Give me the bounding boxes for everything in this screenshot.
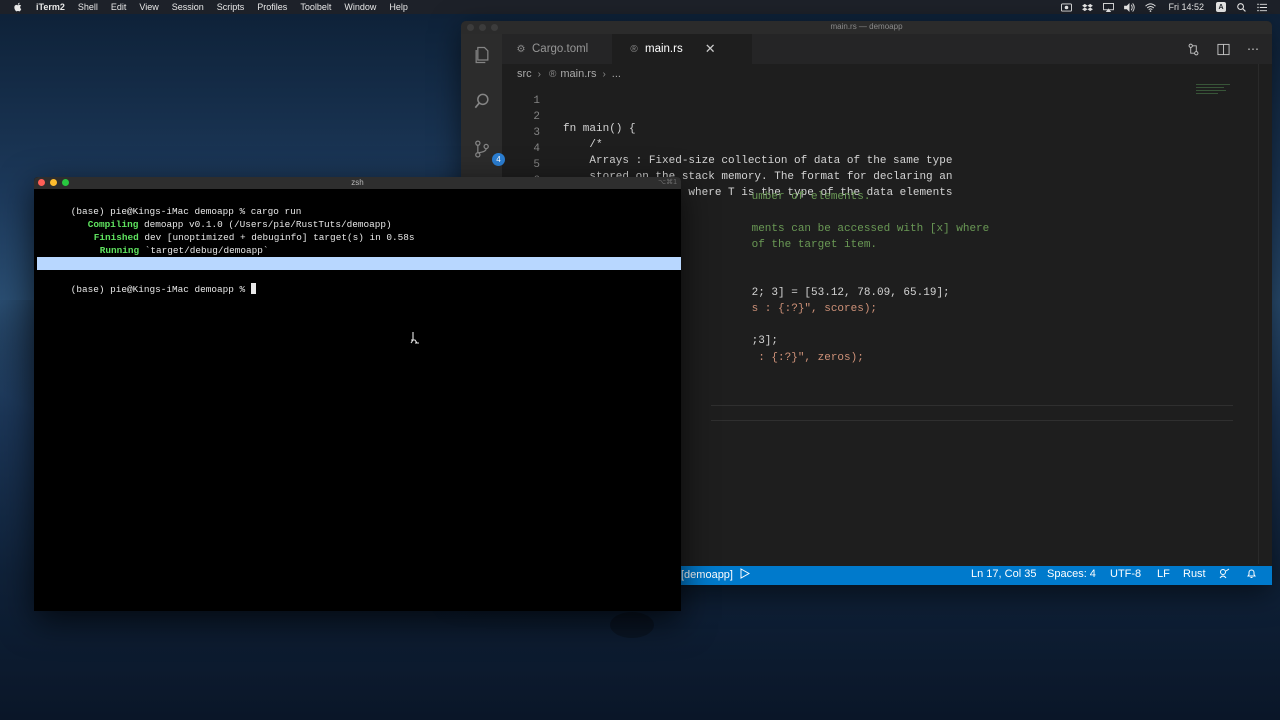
menu-edit[interactable]: Edit bbox=[111, 2, 127, 12]
code-fragment: ;3]; bbox=[712, 323, 1192, 347]
iterm-window: zsh ⌥⌘1 (base) pie@Kings-iMac demoapp % … bbox=[34, 177, 681, 611]
tab-main-rs[interactable]: ® main.rs ✕ bbox=[612, 34, 752, 64]
code-line: 4 Arrays : Fixed-size collection of data… bbox=[502, 131, 1192, 167]
code-text: umber of elements. bbox=[751, 191, 871, 203]
search-icon[interactable] bbox=[471, 90, 493, 112]
tab-label: Cargo.toml bbox=[532, 43, 589, 55]
terminal-line: Scores : [53.12, 78.09, 65.19] bbox=[37, 257, 241, 283]
prompt-text: (base) pie@Kings-iMac demoapp % bbox=[70, 284, 251, 295]
status-cursor-position[interactable]: Ln 17, Col 35 bbox=[971, 568, 1036, 580]
menu-shell[interactable]: Shell bbox=[78, 2, 98, 12]
code-text: of the target item. bbox=[751, 239, 878, 251]
menu-scripts[interactable]: Scripts bbox=[217, 2, 245, 12]
status-encoding[interactable]: UTF-8 bbox=[1110, 568, 1141, 580]
code-fragment: 2; 3] = [53.12, 78.09, 65.19]; bbox=[712, 275, 1192, 299]
run-icon bbox=[740, 568, 751, 579]
more-actions-icon[interactable]: ⋯ bbox=[1246, 42, 1260, 56]
code-fragment: ments can be accessed with [x] where bbox=[712, 211, 1192, 235]
close-tab-icon[interactable]: ✕ bbox=[705, 41, 716, 57]
breadcrumb-folder[interactable]: src bbox=[517, 68, 532, 80]
control-center-icon[interactable] bbox=[1257, 3, 1268, 12]
code-fragment: s : {:?}", scores); bbox=[712, 291, 1192, 315]
status-branch: [demoapp] bbox=[681, 569, 733, 581]
code-fragment: : {:?}", zeros); bbox=[712, 340, 1192, 364]
status-eol[interactable]: LF bbox=[1157, 568, 1170, 580]
menu-session[interactable]: Session bbox=[172, 2, 204, 12]
code-text: s : {:?}", scores); bbox=[751, 303, 878, 315]
feedback-icon[interactable] bbox=[1219, 568, 1230, 582]
code-line: 2 fn main() { bbox=[502, 99, 1192, 135]
code-line: 3 /* bbox=[502, 115, 1192, 151]
screen-record-icon[interactable] bbox=[1061, 2, 1073, 12]
editor-scrollbar[interactable] bbox=[1258, 64, 1272, 564]
current-line-highlight bbox=[711, 405, 1233, 421]
code-text: : {:?}", zeros); bbox=[751, 352, 864, 364]
terminal-line: Finished dev [unoptimized + debuginfo] t… bbox=[60, 218, 415, 243]
terminal-line: (base) pie@Kings-iMac demoapp % bbox=[37, 270, 256, 295]
minimap[interactable] bbox=[1196, 84, 1258, 104]
chevron-right-icon: › bbox=[537, 68, 542, 80]
vscode-window-title: main.rs — demoapp bbox=[830, 22, 903, 31]
terminal-line: Compiling demoapp v0.1.0 (/Users/pie/Rus… bbox=[54, 205, 392, 230]
menu-profiles[interactable]: Profiles bbox=[257, 2, 287, 12]
apple-icon[interactable] bbox=[12, 2, 22, 13]
menubar-clock[interactable]: Fri 14:52 bbox=[1168, 2, 1204, 12]
menu-app-name[interactable]: iTerm2 bbox=[36, 2, 65, 12]
volume-icon[interactable] bbox=[1124, 2, 1136, 12]
terminal-line: Running `target/debug/demoapp` bbox=[66, 231, 269, 256]
editor-tab-bar: ⚙ Cargo.toml ® main.rs ✕ ⋯ bbox=[502, 34, 1272, 64]
iterm-window-title: zsh bbox=[351, 178, 364, 187]
iterm-titlebar[interactable]: zsh ⌥⌘1 bbox=[34, 177, 681, 189]
macos-menubar: iTerm2 Shell Edit View Session Scripts P… bbox=[0, 0, 1280, 14]
gear-icon: ⚙ bbox=[516, 43, 526, 55]
source-control-icon[interactable]: 4 bbox=[471, 138, 505, 166]
vscode-titlebar[interactable]: main.rs — demoapp bbox=[461, 21, 1272, 34]
dropbox-icon[interactable] bbox=[1082, 3, 1094, 12]
input-source-badge[interactable]: A bbox=[1216, 2, 1226, 12]
breadcrumb: src › ® main.rs › ... bbox=[517, 67, 621, 81]
tab-cargo-toml[interactable]: ⚙ Cargo.toml bbox=[502, 34, 612, 64]
output-text: `target/debug/demoapp` bbox=[139, 245, 269, 256]
terminal-line: (base) pie@Kings-iMac demoapp % cargo ru… bbox=[37, 192, 302, 217]
window-shortcut: ⌥⌘1 bbox=[658, 179, 677, 186]
rust-icon: ® bbox=[549, 68, 557, 80]
code-line: 1 bbox=[502, 83, 1192, 107]
split-editor-icon[interactable] bbox=[1216, 42, 1230, 56]
open-changes-icon[interactable] bbox=[1186, 42, 1200, 56]
menu-toolbelt[interactable]: Toolbelt bbox=[300, 2, 331, 12]
status-language[interactable]: Rust bbox=[1183, 568, 1206, 580]
text-cursor bbox=[250, 283, 256, 294]
status-indentation[interactable]: Spaces: 4 bbox=[1047, 568, 1096, 580]
bell-icon[interactable] bbox=[1246, 568, 1257, 582]
wifi-icon[interactable] bbox=[1145, 2, 1157, 12]
breadcrumb-more[interactable]: ... bbox=[612, 68, 621, 80]
code-line: 5 stored on the stack memory. The format… bbox=[502, 147, 1192, 183]
explorer-icon[interactable] bbox=[471, 44, 493, 66]
airplay-icon[interactable] bbox=[1103, 2, 1115, 12]
chevron-right-icon: › bbox=[602, 68, 606, 80]
menu-window[interactable]: Window bbox=[344, 2, 376, 12]
menu-view[interactable]: View bbox=[139, 2, 158, 12]
search-icon[interactable] bbox=[1236, 2, 1247, 12]
code-fragment: of the target item. bbox=[712, 227, 1192, 251]
code-fragment: umber of elements. bbox=[712, 179, 1192, 203]
menu-help[interactable]: Help bbox=[389, 2, 408, 12]
status-word: Running bbox=[99, 245, 140, 256]
wallpaper-rock bbox=[610, 612, 654, 638]
mouse-pointer-icon bbox=[409, 331, 423, 345]
status-run-target[interactable]: [demoapp] bbox=[681, 568, 751, 581]
tab-label: main.rs bbox=[645, 43, 683, 55]
rust-icon: ® bbox=[630, 43, 638, 55]
breadcrumb-file[interactable]: main.rs bbox=[560, 68, 596, 80]
